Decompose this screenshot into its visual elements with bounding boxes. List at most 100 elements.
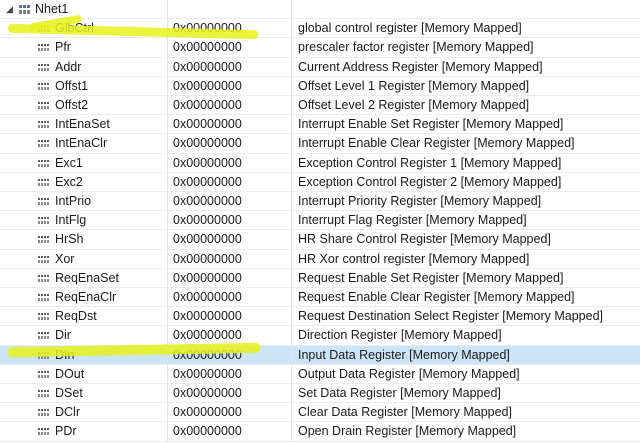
register-name: IntFlg — [55, 213, 87, 228]
register-icon — [38, 274, 49, 282]
register-row[interactable]: PDr 0x00000000 Open Drain Register [Memory… — [0, 422, 640, 442]
register-icon — [38, 390, 49, 397]
register-name-cell: DClr — [0, 403, 168, 423]
register-description: HR Xor control register [Memory Mapped] — [292, 250, 640, 269]
register-description: Interrupt Priority Register [Memory Mapp… — [292, 192, 640, 212]
register-value[interactable]: 0x00000000 — [168, 38, 292, 58]
register-name: Dir — [55, 328, 71, 343]
register-row[interactable]: IntPrio 0x00000000 Interrupt Priority Regi… — [0, 192, 640, 212]
chevron-down-icon[interactable]: ◢ — [6, 0, 13, 18]
register-value[interactable]: 0x00000000 — [168, 19, 292, 39]
register-name: Addr — [55, 59, 82, 74]
register-name-cell: Addr — [0, 57, 168, 77]
register-row[interactable]: Dir 0x00000000 Direction Register [Memory … — [0, 326, 640, 346]
register-name: GlbCtrl — [55, 21, 94, 36]
register-value[interactable]: 0x00000000 — [168, 364, 292, 384]
register-icon — [38, 370, 49, 378]
register-description: Input Data Register [Memory Mapped] — [292, 346, 640, 365]
register-description: global control register [Memory Mapped] — [292, 19, 640, 39]
root-label: Nhet1 — [35, 2, 69, 16]
register-row[interactable]: Offst1 0x00000000 Offset Level 1 Register … — [0, 76, 640, 96]
register-name: HrSh — [55, 232, 84, 247]
register-row[interactable]: DOut 0x00000000 Output Data Register [Memo… — [0, 364, 640, 384]
register-name-cell: Offst1 — [0, 76, 168, 96]
register-value[interactable]: 0x00000000 — [168, 422, 292, 442]
register-description: Set Data Register [Memory Mapped] — [292, 384, 640, 404]
register-value[interactable]: 0x00000000 — [168, 345, 292, 365]
register-value[interactable]: 0x00000000 — [168, 268, 292, 288]
register-description: Direction Register [Memory Mapped] — [292, 326, 640, 346]
register-row[interactable]: DIn 0x00000000 Input Data Register [Memory… — [0, 345, 640, 365]
register-row[interactable]: Xor 0x00000000 HR Xor control register [Me… — [0, 249, 640, 269]
register-value[interactable]: 0x00000000 — [168, 57, 292, 77]
register-value[interactable]: 0x00000000 — [168, 76, 292, 96]
register-name: ReqEnaClr — [55, 290, 117, 304]
register-row[interactable]: Exc1 0x00000000 Exception Control Register… — [0, 153, 640, 173]
register-icon — [38, 313, 49, 321]
register-value[interactable]: 0x00000000 — [168, 288, 292, 308]
register-row[interactable]: DSet 0x00000000 Set Data Register [Memory … — [0, 384, 640, 404]
register-icon — [38, 102, 49, 109]
register-description: Interrupt Flag Register [Memory Mapped] — [292, 211, 640, 231]
register-value[interactable]: 0x00000000 — [168, 230, 292, 250]
register-row[interactable]: IntFlg 0x00000000 Interrupt Flag Register … — [0, 211, 640, 231]
register-icon — [38, 25, 49, 33]
register-name-cell: ReqEnaSet — [0, 268, 168, 288]
register-name: Exc1 — [55, 155, 83, 170]
register-value[interactable]: 0x00000000 — [168, 211, 292, 231]
register-row[interactable]: Pfr 0x00000000 prescaler factor register [… — [0, 38, 640, 58]
register-icon — [38, 409, 49, 417]
register-value[interactable]: 0x00000000 — [168, 192, 292, 212]
peripheral-icon — [19, 5, 30, 14]
register-name-cell: DIn — [0, 345, 168, 365]
register-row[interactable]: Offst2 0x00000000 Offset Level 2 Register … — [0, 96, 640, 116]
register-name: DClr — [55, 405, 80, 420]
register-name-cell: IntFlg — [0, 211, 168, 231]
register-name-cell: IntPrio — [0, 192, 168, 212]
register-row[interactable]: Exc2 0x00000000 Exception Control Register… — [0, 172, 640, 192]
register-row[interactable]: GlbCtrl 0x00000000 global control register… — [0, 19, 640, 39]
register-value[interactable]: 0x00000000 — [168, 403, 292, 423]
register-description: Interrupt Enable Clear Register [Memory … — [292, 134, 640, 154]
register-value[interactable]: 0x00000000 — [168, 153, 292, 173]
register-icon — [38, 294, 49, 301]
register-icon — [38, 255, 49, 263]
register-name-cell: ReqEnaClr — [0, 288, 168, 308]
register-value[interactable]: 0x00000000 — [168, 326, 292, 346]
register-description: Exception Control Register 1 [Memory Map… — [292, 154, 640, 173]
register-name-cell: IntEnaClr — [0, 134, 168, 154]
register-name-cell: Offst2 — [0, 96, 168, 116]
register-name-cell: Dir — [0, 326, 168, 346]
register-icon — [38, 121, 49, 129]
register-icon — [38, 217, 49, 225]
register-name: IntEnaClr — [55, 136, 108, 151]
register-description: Output Data Register [Memory Mapped] — [292, 365, 640, 384]
register-row[interactable]: ReqEnaClr 0x00000000 Request Enable Clear … — [0, 288, 640, 308]
register-row[interactable]: Addr 0x00000000 Current Address Register [… — [0, 57, 640, 77]
register-row[interactable]: HrSh 0x00000000 HR Share Control Register … — [0, 230, 640, 250]
register-name-cell: Pfr — [0, 38, 168, 58]
register-row[interactable]: ReqDst 0x00000000 Request Destination Sele… — [0, 307, 640, 327]
root-desc-cell — [292, 0, 640, 20]
register-row[interactable]: IntEnaClr 0x00000000 Interrupt Enable Clea… — [0, 134, 640, 154]
root-name-cell: ◢ Nhet1 — [0, 0, 168, 20]
register-name-cell: ReqDst — [0, 307, 168, 327]
register-name: Xor — [55, 251, 75, 266]
register-value[interactable]: 0x00000000 — [168, 96, 292, 116]
register-value[interactable]: 0x00000000 — [168, 115, 292, 135]
register-name-cell: HrSh — [0, 230, 168, 250]
register-value[interactable]: 0x00000000 — [168, 307, 292, 327]
register-row[interactable]: IntEnaSet 0x00000000 Interrupt Enable Set … — [0, 115, 640, 135]
register-row[interactable]: DClr 0x00000000 Clear Data Register [Memor… — [0, 403, 640, 423]
register-description: prescaler factor register [Memory Mapped… — [292, 38, 640, 58]
root-value-cell — [168, 0, 292, 20]
register-value[interactable]: 0x00000000 — [168, 384, 292, 404]
register-value[interactable]: 0x00000000 — [168, 249, 292, 269]
register-row[interactable]: ReqEnaSet 0x00000000 Request Enable Set Re… — [0, 268, 640, 288]
tree-root-row[interactable]: ◢ Nhet1 — [0, 0, 640, 20]
register-name: Pfr — [55, 40, 71, 55]
register-value[interactable]: 0x00000000 — [168, 134, 292, 154]
register-name: IntEnaSet — [55, 117, 110, 132]
register-icon — [38, 82, 49, 90]
register-value[interactable]: 0x00000000 — [168, 172, 292, 192]
